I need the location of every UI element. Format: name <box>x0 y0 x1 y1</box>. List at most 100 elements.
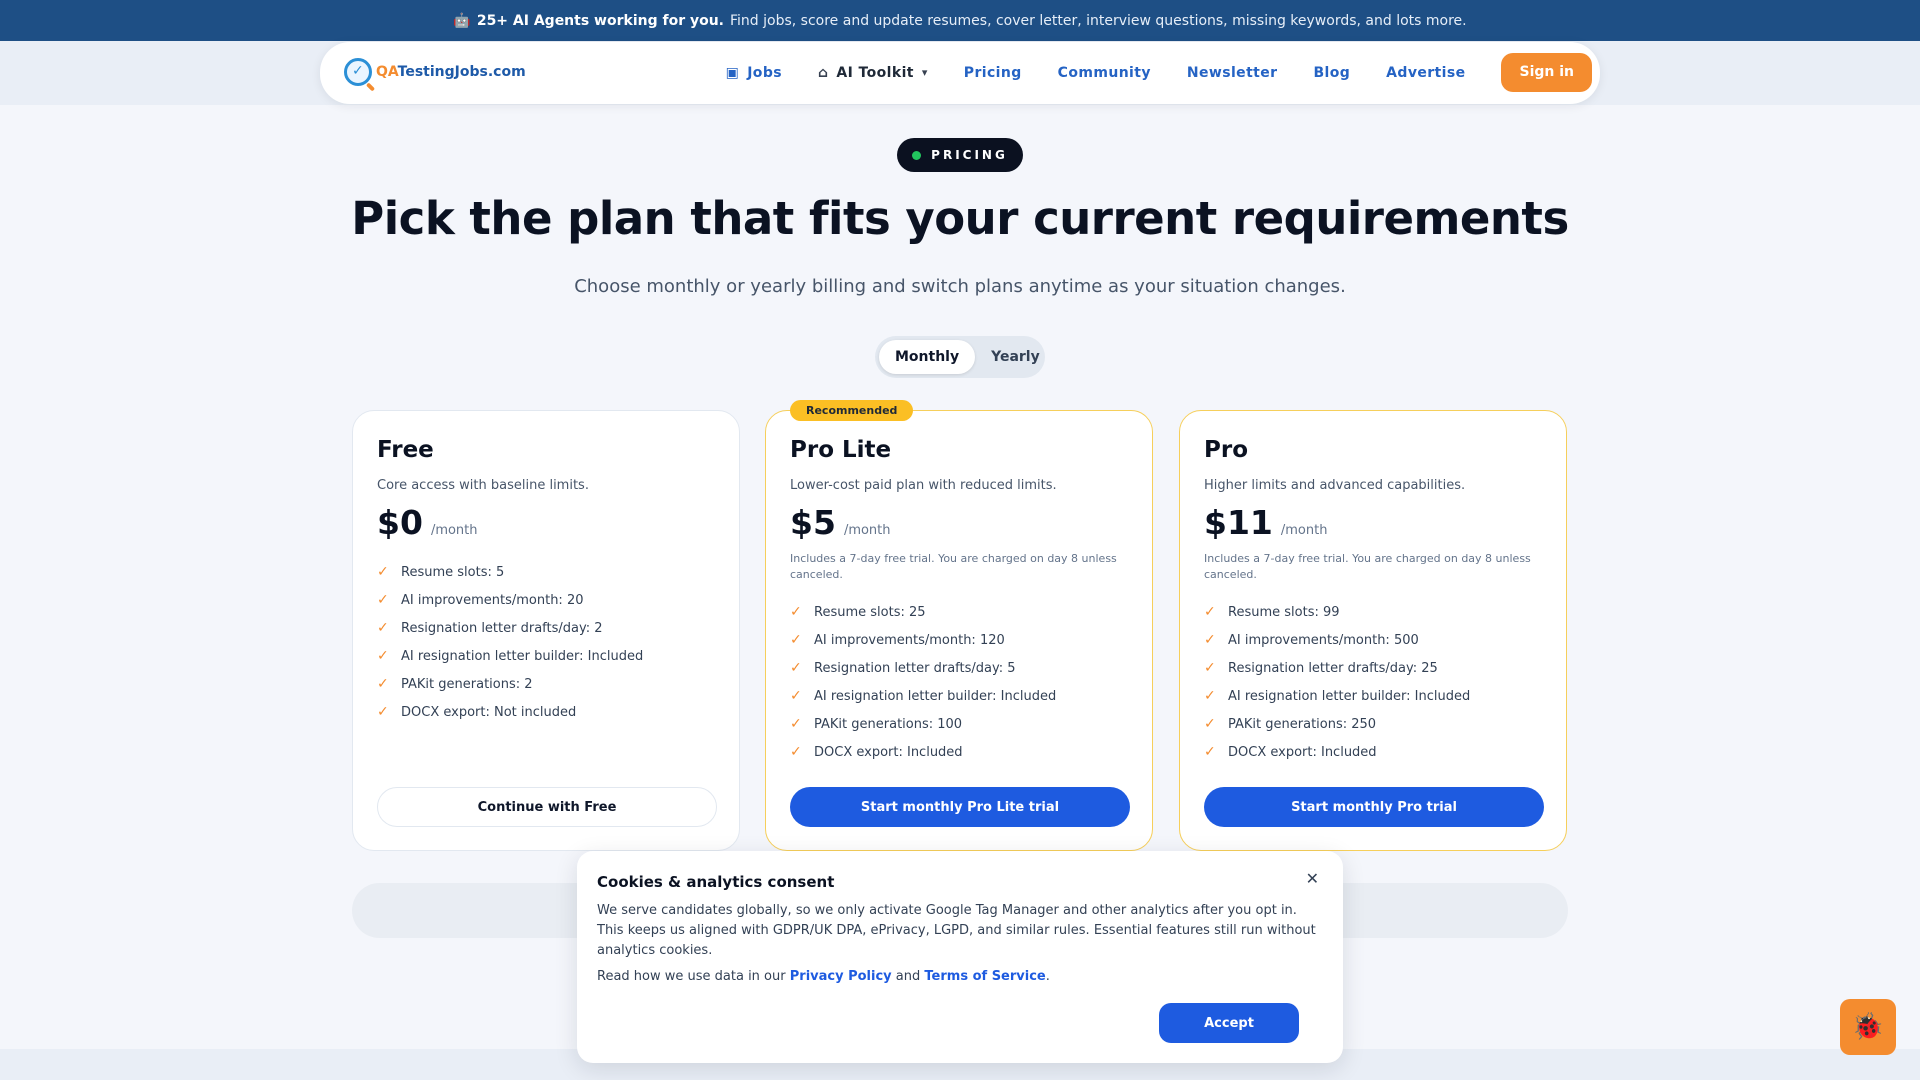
nav-newsletter[interactable]: Newsletter <box>1187 65 1278 81</box>
site-logo[interactable]: ✓ QATestingJobs.com <box>344 58 526 86</box>
banner-text: Find jobs, score and update resumes, cov… <box>730 12 1467 29</box>
nav-blog[interactable]: Blog <box>1313 65 1350 81</box>
plan-features: ✓ Resume slots: 99 ✓ AI improvements/month… <box>1204 598 1470 766</box>
check-icon: ✓ <box>790 604 802 620</box>
check-icon: ✓ <box>1204 744 1216 760</box>
top-announcement-banner: 🤖 25+ AI Agents working for you. Find jo… <box>0 0 1920 41</box>
check-icon: ✓ <box>790 716 802 732</box>
plan-price: $5 /month <box>790 503 891 542</box>
check-icon: ✓ <box>790 632 802 648</box>
plan-name: Free <box>377 437 434 463</box>
plan-price-amount: $0 <box>377 503 423 542</box>
close-icon[interactable]: ✕ <box>1306 869 1319 888</box>
continue-free-button[interactable]: Continue with Free <box>377 787 717 827</box>
sign-in-button[interactable]: Sign in <box>1501 53 1592 92</box>
feature-item: ✓ Resume slots: 99 <box>1204 604 1340 620</box>
plan-card-free: Free Core access with baseline limits. $… <box>352 410 740 851</box>
check-icon: ✓ <box>377 620 389 636</box>
plan-description: Core access with baseline limits. <box>377 478 589 493</box>
pricing-pill: PRICING <box>897 138 1023 172</box>
cookie-consent-dialog: Cookies & analytics consent ✕ We serve c… <box>577 851 1343 1063</box>
nav-advertise[interactable]: Advertise <box>1386 65 1465 81</box>
bug-report-button[interactable]: 🐞 <box>1840 999 1896 1055</box>
nav-jobs[interactable]: ▣ Jobs <box>726 65 782 81</box>
feature-item: ✓ PAKit generations: 2 <box>377 676 533 692</box>
cookie-title: Cookies & analytics consent <box>597 873 835 891</box>
nav-community[interactable]: Community <box>1058 65 1151 81</box>
check-icon: ✓ <box>377 676 389 692</box>
billing-monthly-option[interactable]: Monthly <box>879 340 976 374</box>
plan-description: Lower-cost paid plan with reduced limits… <box>790 478 1057 493</box>
page-subtitle: Choose monthly or yearly billing and swi… <box>574 276 1346 297</box>
check-icon: ✓ <box>1204 632 1216 648</box>
plan-price-amount: $11 <box>1204 503 1273 542</box>
check-icon: ✓ <box>1204 604 1216 620</box>
start-pro-trial-button[interactable]: Start monthly Pro trial <box>1204 787 1544 827</box>
pricing-pill-label: PRICING <box>931 148 1008 162</box>
start-pro-lite-trial-button[interactable]: Start monthly Pro Lite trial <box>790 787 1130 827</box>
check-icon: ✓ <box>790 660 802 676</box>
feature-item: ✓ AI resignation letter builder: Included <box>790 688 1057 704</box>
plan-card-pro: Pro Higher limits and advanced capabilit… <box>1179 410 1567 851</box>
feature-item: ✓ AI improvements/month: 500 <box>1204 632 1419 648</box>
check-icon: ✓ <box>1204 688 1216 704</box>
feature-item: ✓ Resignation letter drafts/day: 2 <box>377 620 603 636</box>
nav-links: ▣ Jobs ⌂ AI Toolkit ▾ Pricing Community … <box>726 53 1592 92</box>
nav-pricing[interactable]: Pricing <box>964 65 1022 81</box>
plan-price-amount: $5 <box>790 503 836 542</box>
plan-price: $0 /month <box>377 503 478 542</box>
feature-item: ✓ Resume slots: 5 <box>377 564 505 580</box>
plan-price-period: /month <box>843 523 891 538</box>
plan-features: ✓ Resume slots: 25 ✓ AI improvements/month… <box>790 598 1056 766</box>
feature-item: ✓ DOCX export: Not included <box>377 704 577 720</box>
nav-jobs-label: Jobs <box>747 64 782 81</box>
plan-card-pro-lite: Pro Lite Lower-cost paid plan with reduc… <box>765 410 1153 851</box>
feature-item: ✓ AI improvements/month: 20 <box>377 592 584 608</box>
plan-price-period: /month <box>430 523 478 538</box>
plan-name: Pro <box>1204 437 1249 463</box>
plan-features: ✓ Resume slots: 5 ✓ AI improvements/month:… <box>377 558 643 726</box>
chevron-down-icon: ▾ <box>921 66 928 79</box>
main-navbar: ✓ QATestingJobs.com ▣ Jobs ⌂ AI Toolkit … <box>320 42 1600 104</box>
plan-price: $11 /month <box>1204 503 1327 542</box>
feature-item: ✓ DOCX export: Included <box>790 744 963 760</box>
feature-item: ✓ DOCX export: Included <box>1204 744 1377 760</box>
check-icon: ✓ <box>1204 716 1216 732</box>
billing-yearly-option[interactable]: Yearly <box>975 340 1056 374</box>
feature-item: ✓ AI resignation letter builder: Included <box>1204 688 1471 704</box>
check-icon: ✓ <box>790 688 802 704</box>
privacy-policy-link[interactable]: Privacy Policy <box>790 969 892 984</box>
cookie-body: We serve candidates globally, so we only… <box>597 903 1316 958</box>
banner-bold-text: 25+ AI Agents working for you. <box>476 12 724 29</box>
billing-toggle: Monthly Yearly <box>875 336 1045 378</box>
feature-item: ✓ Resume slots: 25 <box>790 604 926 620</box>
terms-of-service-link[interactable]: Terms of Service <box>924 969 1045 984</box>
status-dot-icon <box>912 150 922 160</box>
trial-note: Includes a 7-day free trial. You are cha… <box>790 552 1117 581</box>
logo-text: QATestingJobs.com <box>376 64 526 80</box>
check-icon: ✓ <box>377 704 389 720</box>
plan-price-period: /month <box>1280 523 1328 538</box>
feature-item: ✓ Resignation letter drafts/day: 5 <box>790 660 1016 676</box>
feature-item: ✓ Resignation letter drafts/day: 25 <box>1204 660 1438 676</box>
briefcase-icon: ▣ <box>725 64 740 81</box>
check-icon: ✓ <box>790 744 802 760</box>
robot-icon: ⌂ <box>818 64 829 81</box>
trial-note: Includes a 7-day free trial. You are cha… <box>1204 552 1531 581</box>
plan-description: Higher limits and advanced capabilities. <box>1204 478 1466 493</box>
check-icon: ✓ <box>377 648 389 664</box>
page-title: Pick the plan that fits your current req… <box>351 192 1569 245</box>
accept-cookies-button[interactable]: Accept <box>1159 1003 1299 1043</box>
logo-magnifier-icon: ✓ <box>344 58 372 86</box>
feature-item: ✓ AI improvements/month: 120 <box>790 632 1005 648</box>
check-icon: ✓ <box>377 564 389 580</box>
recommended-badge: Recommended <box>790 400 914 421</box>
robot-icon: 🤖 <box>453 12 471 29</box>
plan-name: Pro Lite <box>790 437 892 463</box>
check-icon: ✓ <box>1204 660 1216 676</box>
nav-ai-toolkit[interactable]: ⌂ AI Toolkit ▾ <box>818 65 928 81</box>
feature-item: ✓ PAKit generations: 250 <box>1204 716 1377 732</box>
check-icon: ✓ <box>377 592 389 608</box>
nav-ai-toolkit-label: AI Toolkit <box>836 64 914 81</box>
feature-item: ✓ AI resignation letter builder: Included <box>377 648 644 664</box>
